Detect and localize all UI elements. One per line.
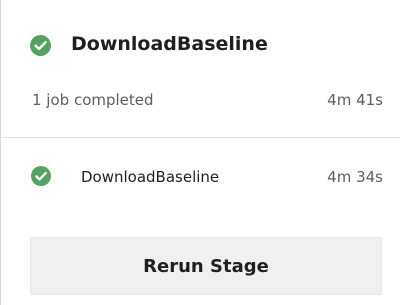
job-duration: 4m 34s — [327, 168, 383, 186]
check-circle-icon — [30, 35, 51, 56]
job-row[interactable]: DownloadBaseline 4m 34s — [0, 139, 400, 223]
stage-panel: DownloadBaseline 1 job completed 4m 41s … — [0, 0, 400, 305]
stage-title: DownloadBaseline — [71, 33, 268, 55]
stage-summary: 1 job completed — [32, 91, 154, 109]
check-circle-icon — [31, 166, 51, 186]
stage-duration: 4m 41s — [327, 91, 383, 109]
job-name: DownloadBaseline — [81, 168, 220, 186]
stage-header: DownloadBaseline 1 job completed 4m 41s — [0, 0, 400, 138]
rerun-stage-button[interactable]: Rerun Stage — [30, 237, 382, 295]
